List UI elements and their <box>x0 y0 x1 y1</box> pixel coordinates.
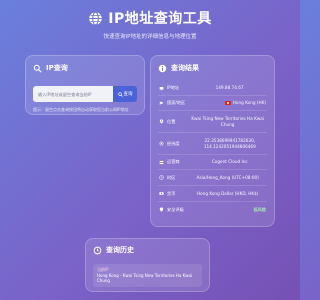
location-icon <box>159 119 164 124</box>
search-card-title: IP查询 <box>46 64 68 72</box>
result-row-country-label-group: 国家/地区 <box>159 100 185 106</box>
result-row-label: IP地址 <box>167 85 180 90</box>
search-row: 查询 <box>33 86 137 102</box>
currency-icon <box>159 192 164 195</box>
result-card-header: 查询结果 <box>158 63 267 73</box>
page-title: IP地址查询工具 <box>108 11 212 27</box>
result-row-safety: 安全评级 低风险 <box>158 202 267 217</box>
result-row-location: 位置 Kwai Tsing New Territories Ha Kwai Ch… <box>158 111 267 133</box>
history-icon <box>93 246 102 254</box>
result-row-currency: 货币 Hong Kong Dollar (HKD, HK$) <box>158 186 267 202</box>
result-row-isp: 运营商 Cogent Cloud Inc <box>158 155 267 170</box>
result-row-value-wrap: Hong Kong (HK) <box>199 100 266 106</box>
result-row-label: 位置 <box>167 118 176 124</box>
result-card: 查询结果 IP地址 149.88.74.67 国家/地区 Hong Kong (… <box>150 55 275 227</box>
history-card-title: 查询历史 <box>106 246 134 254</box>
coordinates-icon <box>159 141 164 146</box>
search-icon <box>117 91 123 97</box>
result-row-isp-label-group: 运营商 <box>159 159 180 165</box>
flag-icon <box>159 101 163 105</box>
result-row-label: 经纬度 <box>167 140 180 146</box>
search-card-header: IP查询 <box>33 63 137 73</box>
page-header: IP地址查询工具 快速查询IP地址的详细信息与地理位置 <box>0 8 300 40</box>
result-row-value: Cogent Cloud Inc <box>211 159 248 164</box>
history-item-location: Hong Kong - Kwai Tsing New Territories H… <box>97 272 193 284</box>
result-row-location-label-group: 位置 <box>159 119 175 125</box>
clock-icon <box>159 175 164 180</box>
info-icon <box>158 64 167 72</box>
result-row-label: 国家/地区 <box>167 100 186 105</box>
result-row-coordinates: 经纬度 22.3538699941782630, 114.12420519448… <box>158 133 267 155</box>
result-row-label: 时区 <box>167 174 176 180</box>
result-row-value: Hong Kong Dollar (HKD, HK$) <box>196 190 259 196</box>
result-row-ip: IP地址 149.88.74.67 <box>158 81 267 96</box>
history-card-header: 查询历史 <box>93 245 202 255</box>
result-row-label: 货币 <box>167 190 176 196</box>
result-row-label: 安全评级 <box>167 206 184 212</box>
result-row-value: Hong Kong (HK) <box>232 100 266 105</box>
result-row-value: 22.3538699941782630, 114.124205194480646… <box>203 137 256 149</box>
result-row-timezone: 时区 Asia/Hong_Kong (UTC+08:00) <box>158 170 267 186</box>
globe-icon <box>89 11 102 25</box>
search-icon <box>33 64 42 72</box>
history-card: 查询历史 当前IP Hong Kong - Kwai Tsing New Ter… <box>85 238 210 292</box>
network-icon <box>159 160 164 164</box>
page-subtitle: 快速查询IP地址的详细信息与地理位置 <box>103 34 197 40</box>
result-row-value: Kwai Tsing New Territories Ha Kwai Chung <box>191 115 265 127</box>
result-row-safety-label-group: 安全评级 <box>159 207 184 213</box>
title-row: IP地址查询工具 <box>0 8 300 28</box>
ip-icon <box>159 86 164 90</box>
search-hint: 提示：留空点击查询按钮将自动获取您当前公网IP地址 <box>33 107 129 112</box>
ip-search-input[interactable] <box>33 86 113 102</box>
result-row-ip-label-group: IP地址 <box>159 85 179 91</box>
hk-flag-icon <box>224 101 231 105</box>
result-list: IP地址 149.88.74.67 国家/地区 Hong Kong (HK) 位… <box>158 81 267 217</box>
result-row-timezone-label-group: 时区 <box>159 175 175 181</box>
query-button-label: 查询 <box>123 92 133 97</box>
query-button[interactable]: 查询 <box>113 86 137 102</box>
result-card-title: 查询结果 <box>171 64 199 72</box>
result-row-currency-label-group: 货币 <box>159 191 175 197</box>
history-item[interactable]: 当前IP Hong Kong - Kwai Tsing New Territor… <box>93 264 202 287</box>
search-card: IP查询 查询 提示：留空点击查询按钮将自动获取您当前公网IP地址 <box>25 55 145 115</box>
result-row-country: 国家/地区 Hong Kong (HK) <box>158 96 267 111</box>
result-row-label: 运营商 <box>167 159 180 164</box>
result-row-value: 149.88.74.67 <box>215 85 244 90</box>
safety-rating-value: 低风险 <box>253 206 266 212</box>
result-row-value: Asia/Hong_Kong (UTC+08:00) <box>196 174 259 180</box>
shield-icon <box>159 207 164 212</box>
result-row-coordinates-label-group: 经纬度 <box>159 141 180 147</box>
